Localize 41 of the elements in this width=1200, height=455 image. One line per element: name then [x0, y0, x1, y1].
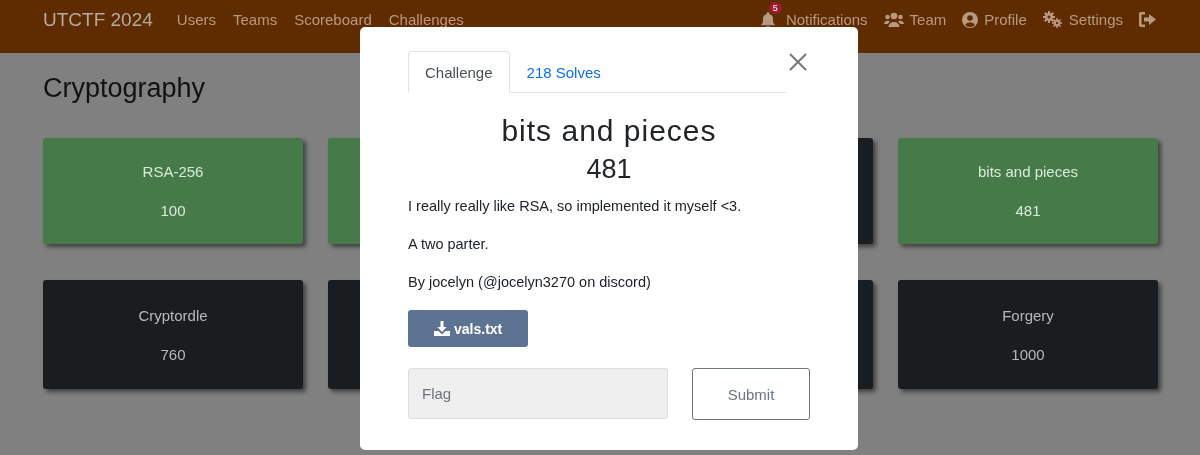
logout-icon — [1139, 12, 1157, 27]
challenge-name: Forgery — [1002, 306, 1054, 324]
modal-tab[interactable]: 218 Solves — [509, 51, 618, 93]
description-text: A two parter. — [408, 235, 490, 254]
challenge-points: 481 — [585, 153, 633, 185]
nav-link[interactable]: Teams — [233, 11, 278, 28]
description-text: By jocelyn (@jocelyn3270 on discord) — [408, 273, 652, 292]
description-text: I really really like RSA, so implemented it myself <3. — [408, 197, 743, 216]
user-circle-icon — [962, 11, 979, 28]
submit-button[interactable]: Submit — [692, 368, 810, 420]
nav-link[interactable]: Team — [883, 11, 947, 28]
challenge-name: Cryptordle — [138, 306, 208, 324]
gears-icon — [1042, 11, 1063, 28]
challenge-title: bits and pieces — [500, 113, 718, 149]
challenge-name: bits and pieces — [977, 163, 1079, 180]
modal-tab[interactable]: Challenge — [408, 51, 510, 93]
flag-input[interactable]: Flag — [408, 368, 668, 419]
challenge-points: 1000 — [1011, 345, 1045, 363]
users-icon — [883, 12, 904, 27]
download-icon — [434, 321, 450, 336]
challenge-card[interactable]: RSA-256 100 — [43, 138, 303, 244]
bell-icon — [760, 11, 775, 28]
challenge-card[interactable]: Cryptordle 760 — [43, 280, 303, 389]
category-heading: Cryptography — [43, 73, 206, 104]
close-icon[interactable] — [788, 52, 808, 72]
nav-link[interactable]: Notifications — [785, 11, 868, 28]
nav-link[interactable]: Settings — [1042, 11, 1123, 28]
challenge-name: RSA-256 — [142, 163, 204, 180]
challenge-points: 100 — [160, 202, 186, 219]
challenge-points: 481 — [1015, 202, 1041, 219]
nav-link[interactable]: Scoreboard — [294, 11, 372, 28]
logout-link[interactable] — [1139, 12, 1157, 27]
challenge-points: 760 — [160, 345, 186, 363]
challenge-card[interactable]: bits and pieces 481 — [898, 138, 1158, 244]
download-button[interactable]: vals.txt — [408, 310, 529, 347]
nav-link[interactable]: Users — [176, 11, 216, 28]
challenge-card[interactable]: Forgery 1000 — [898, 280, 1158, 389]
site-brand[interactable]: UTCTF 2024 — [43, 8, 153, 31]
nav-link[interactable]: Challenges — [388, 11, 464, 28]
notification-badge: 5 — [768, 1, 782, 14]
nav-link[interactable]: Profile — [962, 11, 1027, 28]
